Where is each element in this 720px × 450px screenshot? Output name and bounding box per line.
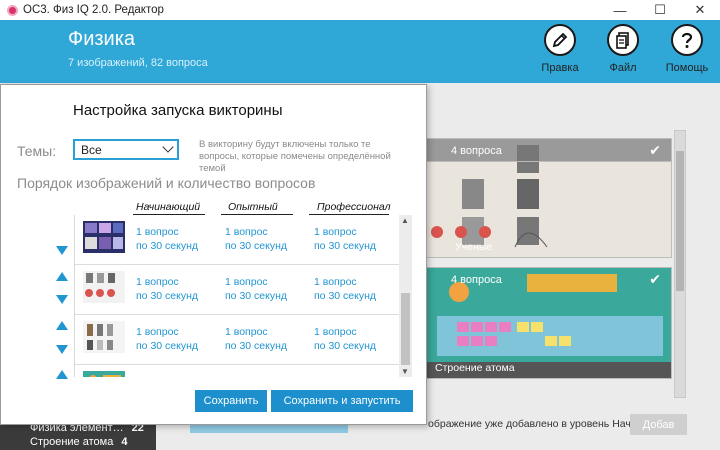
move-up-arrow-icon[interactable] — [56, 321, 68, 330]
move-down-arrow-icon[interactable] — [56, 345, 68, 354]
row-thumbnail — [83, 271, 125, 303]
cell-time: по 30 секунд — [314, 340, 377, 352]
row-thumbnail — [83, 221, 125, 253]
cell-time: по 30 секунд — [136, 240, 199, 252]
check-icon: ✔ — [649, 142, 661, 158]
move-up-arrow-icon[interactable] — [56, 370, 68, 379]
cell-count: 1 вопрос — [136, 375, 179, 377]
cell-count: 1 вопрос — [225, 326, 268, 338]
column-header-professional: Профессионал — [317, 201, 391, 213]
experienced-cell[interactable]: 1 вопрос по 30 секунд — [225, 325, 287, 353]
cell-count: 1 вопрос — [136, 276, 179, 288]
cell-count: 1 вопрос — [136, 226, 179, 238]
move-up-arrow-icon[interactable] — [56, 272, 68, 281]
cell-time: по 30 секунд — [314, 240, 377, 252]
column-header-experienced: Опытный — [228, 201, 278, 213]
row-thumbnail — [83, 321, 125, 353]
beginner-cell[interactable]: 1 вопрос — [136, 375, 179, 377]
help-button-label: Помощь — [665, 62, 709, 74]
card-caption: Ученые — [455, 241, 493, 253]
experienced-cell[interactable]: 1 вопрос — [225, 375, 268, 377]
cell-count: 1 вопрос — [136, 326, 179, 338]
order-heading: Порядок изображений и количество вопросо… — [17, 175, 316, 191]
table-row: 1 вопрос по 30 секунд 1 вопрос по 30 секун… — [75, 315, 399, 365]
cell-count: 1 вопрос — [314, 375, 357, 377]
list-item-count: 4 — [121, 436, 128, 448]
window-controls: — ☐ ✕ — [600, 0, 720, 20]
list-scrollbar[interactable]: ▲ ▼ — [399, 215, 412, 377]
cell-time: по 30 секунд — [225, 290, 288, 302]
cell-time: по 30 секунд — [136, 340, 199, 352]
move-down-arrow-icon[interactable] — [56, 246, 68, 255]
cell-time: по 30 секунд — [314, 290, 377, 302]
list-item[interactable]: Строение атома 4 — [30, 435, 156, 449]
image-card-atom[interactable]: 4 вопроса ✔ Строение атома — [426, 267, 672, 379]
app-icon — [7, 4, 18, 16]
cell-time: по 30 секунд — [225, 340, 288, 352]
save-button[interactable]: Сохранить — [195, 390, 267, 412]
card-badge: 4 вопроса — [451, 145, 502, 157]
scroll-down-icon[interactable]: ▼ — [401, 367, 409, 376]
cell-count: 1 вопрос — [225, 276, 268, 288]
experienced-cell[interactable]: 1 вопрос по 30 секунд — [225, 225, 287, 253]
add-button[interactable]: Добав — [630, 414, 687, 435]
file-button[interactable]: Файл — [593, 24, 653, 74]
professional-cell[interactable]: 1 вопрос — [314, 375, 357, 377]
list-scrollbar-thumb[interactable] — [401, 293, 410, 365]
column-header-beginner: Начинающий — [136, 201, 201, 213]
scroll-up-icon[interactable]: ▲ — [401, 216, 409, 225]
close-button[interactable]: ✕ — [680, 0, 720, 20]
cell-time: по 30 секунд — [225, 240, 288, 252]
minimize-button[interactable]: — — [600, 0, 640, 20]
row-thumbnail — [83, 371, 125, 377]
beginner-cell[interactable]: 1 вопрос по 30 секунд — [136, 325, 198, 353]
move-down-arrow-icon[interactable] — [56, 295, 68, 304]
card-caption: Строение атома — [435, 362, 515, 374]
document-icon — [607, 24, 639, 56]
topics-label: Темы: — [17, 143, 57, 159]
image-order-list: 1 вопрос по 30 секунд 1 вопрос по 30 секун… — [74, 215, 399, 377]
save-and-run-button[interactable]: Сохранить и запустить — [271, 390, 413, 412]
table-row: 1 вопрос по 30 секунд 1 вопрос по 30 секун… — [75, 215, 399, 265]
edit-button[interactable]: Правка — [530, 24, 590, 74]
quiz-settings-dialog: Настройка запуска викторины Темы: Все В … — [0, 84, 427, 425]
experienced-cell[interactable]: 1 вопрос по 30 секунд — [225, 275, 287, 303]
edit-button-label: Правка — [541, 62, 579, 74]
maximize-button[interactable]: ☐ — [640, 0, 680, 20]
list-item-label: Строение атома — [30, 436, 114, 448]
professional-cell[interactable]: 1 вопрос по 30 секунд — [314, 325, 376, 353]
chevron-down-icon — [162, 141, 174, 153]
cell-count: 1 вопрос — [225, 375, 268, 377]
question-icon — [671, 24, 703, 56]
cell-time: по 30 секунд — [136, 290, 199, 302]
page-title: Физика — [68, 28, 136, 50]
table-row: 1 вопрос по 30 секунд 1 вопрос по 30 секун… — [75, 265, 399, 315]
dialog-title: Настройка запуска викторины — [73, 102, 283, 119]
gallery-scrollbar[interactable] — [674, 130, 686, 398]
cell-count: 1 вопрос — [225, 226, 268, 238]
gallery-scrollbar-thumb[interactable] — [676, 151, 684, 291]
cell-count: 1 вопрос — [314, 276, 357, 288]
page-subtitle: 7 изображений, 82 вопроса — [68, 57, 208, 69]
table-row: 1 вопрос 1 вопрос 1 вопрос — [75, 365, 399, 377]
cell-count: 1 вопрос — [314, 226, 357, 238]
check-icon: ✔ — [649, 271, 661, 287]
beginner-cell[interactable]: 1 вопрос по 30 секунд — [136, 275, 198, 303]
topics-select[interactable]: Все — [73, 139, 179, 160]
window-title: ОС3. Физ IQ 2.0. Редактор — [23, 4, 164, 16]
card-badge: 4 вопроса — [451, 274, 502, 286]
help-button[interactable]: Помощь — [657, 24, 717, 74]
app-header: Физика 7 изображений, 82 вопроса Правка … — [0, 20, 720, 83]
topics-note: В викторину будут включены только те воп… — [199, 139, 391, 174]
file-button-label: Файл — [609, 62, 637, 74]
window-titlebar: ОС3. Физ IQ 2.0. Редактор — ☐ ✕ — [0, 0, 720, 20]
cell-count: 1 вопрос — [314, 326, 357, 338]
topics-select-value: Все — [81, 143, 102, 157]
professional-cell[interactable]: 1 вопрос по 30 секунд — [314, 225, 376, 253]
image-card-scientists[interactable]: 4 вопроса ✔ Ученые — [426, 138, 672, 258]
professional-cell[interactable]: 1 вопрос по 30 секунд — [314, 275, 376, 303]
pencil-icon — [544, 24, 576, 56]
beginner-cell[interactable]: 1 вопрос по 30 секунд — [136, 225, 198, 253]
